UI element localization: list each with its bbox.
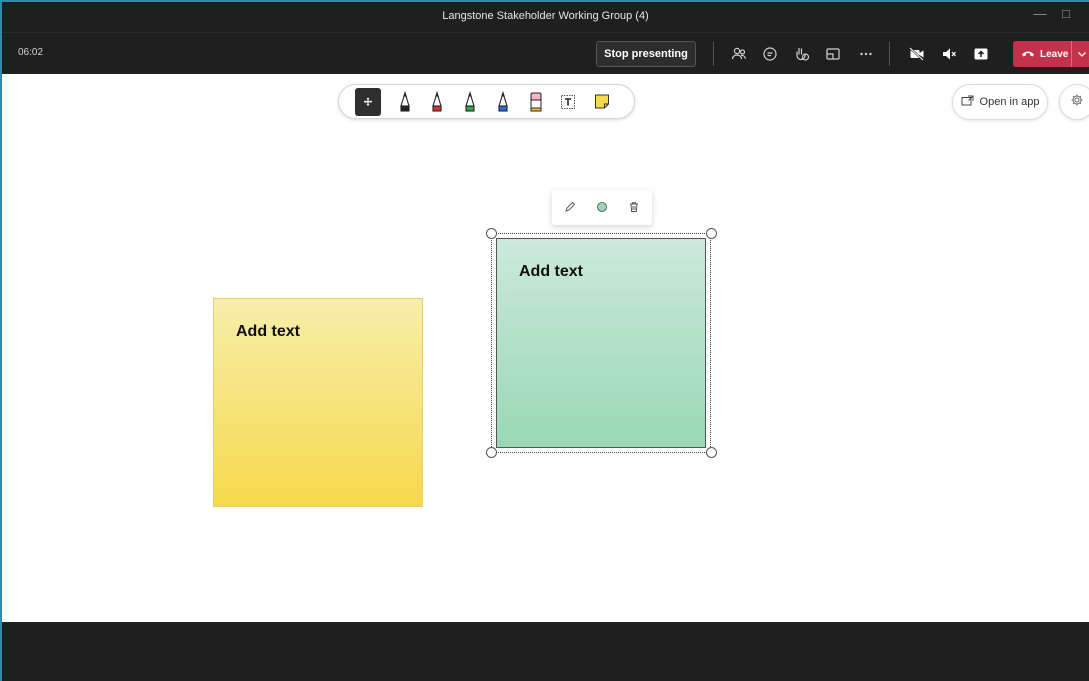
sticky-note-text[interactable]: Add text bbox=[519, 263, 583, 280]
sticky-note-icon[interactable] bbox=[589, 88, 615, 116]
settings-button[interactable] bbox=[1059, 84, 1089, 120]
resize-handle-bottom-left[interactable] bbox=[486, 447, 497, 458]
rooms-icon[interactable] bbox=[822, 43, 844, 65]
eraser-icon[interactable] bbox=[523, 88, 549, 116]
bottom-bar bbox=[2, 622, 1089, 681]
resize-handle-top-right[interactable] bbox=[706, 228, 717, 239]
gear-icon bbox=[1070, 93, 1084, 112]
open-in-app-label: Open in app bbox=[979, 96, 1040, 108]
edit-icon[interactable] bbox=[562, 199, 578, 215]
open-in-app-button[interactable]: Open in app bbox=[952, 84, 1048, 120]
whiteboard-toolbar bbox=[338, 84, 635, 119]
title-bar: Langstone Stakeholder Working Group (4) … bbox=[2, 2, 1089, 32]
people-icon[interactable] bbox=[728, 43, 750, 65]
sticky-note-text[interactable]: Add text bbox=[236, 323, 300, 340]
window-title: Langstone Stakeholder Working Group (4) bbox=[442, 10, 649, 22]
text-icon[interactable] bbox=[555, 88, 581, 116]
maximize-icon[interactable]: □ bbox=[1056, 6, 1076, 21]
open-external-icon bbox=[961, 95, 974, 109]
resize-handle-bottom-right[interactable] bbox=[706, 447, 717, 458]
divider bbox=[713, 42, 714, 66]
mute-icon[interactable] bbox=[938, 43, 960, 65]
stop-presenting-button[interactable]: Stop presenting bbox=[596, 41, 696, 67]
camera-off-icon[interactable] bbox=[906, 43, 928, 65]
meeting-timer: 06:02 bbox=[18, 47, 44, 58]
share-icon[interactable] bbox=[970, 43, 992, 65]
select-icon[interactable] bbox=[355, 88, 381, 116]
whiteboard-canvas[interactable]: Open in app Add text Add text bbox=[2, 74, 1089, 622]
delete-icon[interactable] bbox=[626, 199, 642, 215]
divider bbox=[889, 42, 890, 66]
pen-blue-icon[interactable] bbox=[490, 88, 516, 116]
leave-options-chevron-icon[interactable] bbox=[1071, 41, 1089, 67]
pen-green-icon[interactable] bbox=[457, 88, 483, 116]
app-window: Langstone Stakeholder Working Group (4) … bbox=[0, 0, 1089, 681]
note-context-menu bbox=[552, 190, 652, 225]
resize-handle-top-left[interactable] bbox=[486, 228, 497, 239]
hang-up-icon bbox=[1021, 48, 1035, 61]
more-icon[interactable] bbox=[855, 43, 877, 65]
chat-icon[interactable] bbox=[759, 43, 781, 65]
color-icon[interactable] bbox=[594, 199, 610, 215]
reactions-icon[interactable] bbox=[791, 43, 813, 65]
sticky-note-yellow[interactable]: Add text bbox=[213, 298, 423, 507]
sticky-note-green[interactable]: Add text bbox=[496, 238, 706, 448]
meeting-controls-bar: 06:02 Stop presenting Leave bbox=[2, 32, 1089, 74]
pen-black-icon[interactable] bbox=[392, 88, 418, 116]
leave-label: Leave bbox=[1040, 48, 1069, 60]
minimize-icon[interactable]: — bbox=[1030, 6, 1050, 21]
pen-red-icon[interactable] bbox=[424, 88, 450, 116]
